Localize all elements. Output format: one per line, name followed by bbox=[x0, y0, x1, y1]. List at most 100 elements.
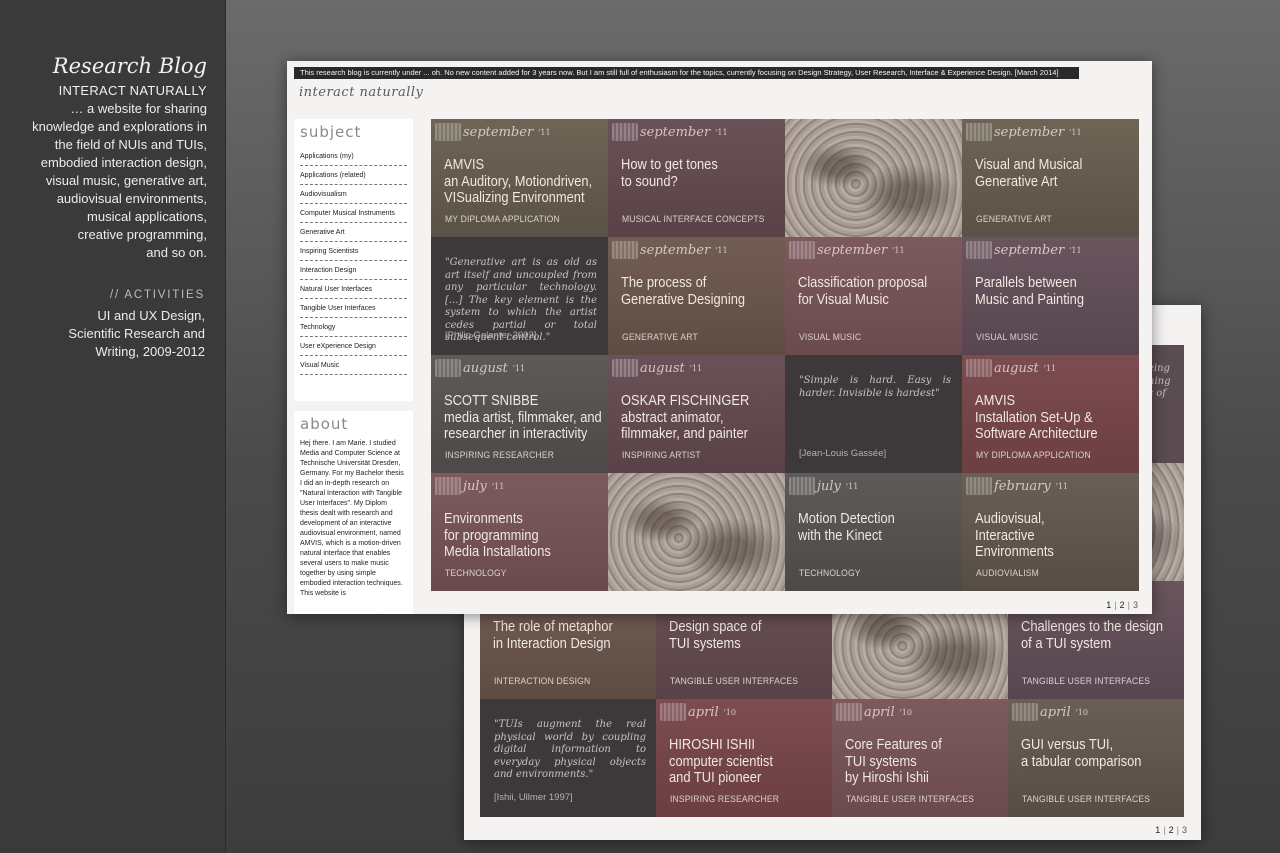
post-date: september '11 bbox=[966, 241, 1082, 259]
page-link[interactable]: 2 bbox=[1120, 600, 1125, 610]
post-title[interactable]: AMVIS Installation Set-Up & Software Arc… bbox=[975, 392, 1138, 443]
post-category[interactable]: INSPIRING RESEARCHER bbox=[445, 450, 554, 461]
post-tile[interactable]: april '10 GUI versus TUI, a tabular compar… bbox=[1008, 699, 1184, 817]
post-category[interactable]: TANGIBLE USER INTERFACES bbox=[846, 794, 974, 805]
activities-text: UI and UX Design, Scientific Research and… bbox=[45, 307, 205, 361]
date-month: august bbox=[640, 360, 685, 376]
post-category[interactable]: INSPIRING ARTIST bbox=[622, 450, 701, 461]
post-tile[interactable]: september '11 The process of Generative De… bbox=[608, 237, 785, 355]
post-tile[interactable]: september '11 AMVIS an Auditory, Motiondri… bbox=[431, 119, 608, 237]
description-line: knowledge and explorations in bbox=[32, 119, 207, 134]
description-line: creative programming, bbox=[77, 227, 207, 242]
date-day-badge bbox=[966, 359, 992, 377]
post-title[interactable]: The process of Generative Designing bbox=[621, 274, 784, 308]
pager-separator: | bbox=[1114, 600, 1117, 610]
post-title[interactable]: Challenges to the design of a TUI system bbox=[1021, 618, 1184, 652]
post-title[interactable]: Classification proposal for Visual Music bbox=[798, 274, 961, 308]
subject-link[interactable]: Tangible User Interfaces bbox=[300, 299, 407, 318]
site-title[interactable]: Research Blog bbox=[53, 54, 207, 78]
subject-link[interactable]: Generative Art bbox=[300, 223, 407, 242]
date-day-badge bbox=[660, 703, 686, 721]
post-category[interactable]: TECHNOLOGY bbox=[799, 568, 861, 579]
post-tile[interactable]: september '11 Classification proposal for … bbox=[785, 237, 962, 355]
description-line: musical applications, bbox=[87, 209, 207, 224]
post-tile[interactable]: july '11 Environments for programming Medi… bbox=[431, 473, 608, 591]
subject-link[interactable]: Interaction Design bbox=[300, 261, 407, 280]
subject-link[interactable]: Natural User Interfaces bbox=[300, 280, 407, 299]
post-category[interactable]: TANGIBLE USER INTERFACES bbox=[1022, 794, 1150, 805]
post-tile[interactable]: april '10 HIROSHI ISHII computer scientist… bbox=[656, 699, 832, 817]
quote-text: "Simple is hard. Easy is harder. Invisib… bbox=[799, 375, 951, 399]
post-category[interactable]: TECHNOLOGY bbox=[445, 568, 507, 579]
post-tile[interactable]: september '11 Visual and Musical Generativ… bbox=[962, 119, 1139, 237]
post-title[interactable]: The role of metaphor in Interaction Desi… bbox=[493, 618, 656, 652]
post-category[interactable]: INSPIRING RESEARCHER bbox=[670, 794, 779, 805]
screenshot-page-1: This research blog is currently under ..… bbox=[287, 61, 1152, 614]
pager-separator: | bbox=[1163, 825, 1166, 835]
quote-tile: "Simple is hard. Easy is harder. Invisib… bbox=[785, 355, 962, 473]
post-tile[interactable]: july '11 Motion Detection with the Kinect T… bbox=[785, 473, 962, 591]
post-category[interactable]: MY DIPLOMA APPLICATION bbox=[445, 214, 560, 225]
page-link[interactable]: 2 bbox=[1169, 825, 1174, 835]
subject-link[interactable]: Inspiring Scientists bbox=[300, 242, 407, 261]
post-tile[interactable]: september '11 Parallels between Music and … bbox=[962, 237, 1139, 355]
post-title[interactable]: SCOTT SNIBBE media artist, filmmaker, an… bbox=[444, 392, 607, 443]
post-category[interactable]: MUSICAL INTERFACE CONCEPTS bbox=[622, 214, 765, 225]
post-title[interactable]: GUI versus TUI, a tabular comparison bbox=[1021, 736, 1184, 770]
post-title[interactable]: Design space of TUI systems bbox=[669, 618, 832, 652]
post-date: september '11 bbox=[789, 241, 905, 259]
activities-line: Scientific Research and bbox=[68, 326, 205, 341]
date-day-badge bbox=[435, 123, 461, 141]
post-title[interactable]: Parallels between Music and Painting bbox=[975, 274, 1138, 308]
subject-link[interactable]: Applications (related) bbox=[300, 166, 407, 185]
post-title[interactable]: Audiovisual, Interactive Environments bbox=[975, 510, 1138, 561]
subject-link[interactable]: Applications (my) bbox=[300, 147, 407, 166]
subject-link[interactable]: User eXperience Design bbox=[300, 337, 407, 356]
post-category[interactable]: GENERATIVE ART bbox=[622, 332, 698, 343]
date-year: '11 bbox=[845, 481, 859, 491]
date-month: july bbox=[463, 478, 487, 494]
subject-link[interactable]: Audiovisualism bbox=[300, 185, 407, 204]
post-category[interactable]: VISUAL MUSIC bbox=[799, 332, 861, 343]
page-link[interactable]: 3 bbox=[1133, 600, 1138, 610]
post-category[interactable]: AUDIOVIALISM bbox=[976, 568, 1039, 579]
page-link[interactable]: 1 bbox=[1155, 825, 1160, 835]
post-category[interactable]: MY DIPLOMA APPLICATION bbox=[976, 450, 1091, 461]
post-category[interactable]: TANGIBLE USER INTERFACES bbox=[1022, 676, 1150, 687]
subject-link[interactable]: Computer Musical Instruments bbox=[300, 204, 407, 223]
post-title[interactable]: How to get tones to sound? bbox=[621, 156, 784, 190]
quote-text: "TUIs augment the real physical world by… bbox=[494, 719, 646, 780]
post-title[interactable]: Visual and Musical Generative Art bbox=[975, 156, 1138, 190]
post-title[interactable]: Motion Detection with the Kinect bbox=[798, 510, 961, 544]
date-month: april bbox=[864, 704, 895, 720]
post-title[interactable]: Core Features of TUI systems by Hiroshi … bbox=[845, 736, 1008, 787]
subject-link[interactable]: Visual Music bbox=[300, 356, 407, 375]
pager-separator: | bbox=[1127, 600, 1130, 610]
subject-link[interactable]: Technology bbox=[300, 318, 407, 337]
logo[interactable]: interact naturally bbox=[299, 85, 423, 100]
description-line: and so on. bbox=[146, 245, 207, 260]
post-title[interactable]: HIROSHI ISHII computer scientist and TUI… bbox=[669, 736, 832, 787]
date-day-badge bbox=[789, 241, 815, 259]
quote-source: [Philip Galanter 2003] bbox=[445, 330, 537, 341]
date-month: august bbox=[994, 360, 1039, 376]
post-title[interactable]: AMVIS an Auditory, Motiondriven, VISuali… bbox=[444, 156, 607, 207]
activities-line: Writing, 2009-2012 bbox=[95, 344, 205, 359]
post-tile[interactable]: august '11 SCOTT SNIBBE media artist, film… bbox=[431, 355, 608, 473]
post-category[interactable]: INTERACTION DESIGN bbox=[494, 676, 590, 687]
page-link[interactable]: 1 bbox=[1106, 600, 1111, 610]
post-category[interactable]: TANGIBLE USER INTERFACES bbox=[670, 676, 798, 687]
post-date: september '11 bbox=[612, 123, 728, 141]
post-tile[interactable]: september '11 How to get tones to sound? MU… bbox=[608, 119, 785, 237]
post-tile[interactable]: april '10 Core Features of TUI systems by … bbox=[832, 699, 1008, 817]
post-title[interactable]: Environments for programming Media Insta… bbox=[444, 510, 607, 561]
post-tile[interactable]: august '11 AMVIS Installation Set-Up & Sof… bbox=[962, 355, 1139, 473]
post-category[interactable]: GENERATIVE ART bbox=[976, 214, 1052, 225]
post-tile[interactable]: august '11 OSKAR FISCHINGER abstract anima… bbox=[608, 355, 785, 473]
page-link[interactable]: 3 bbox=[1182, 825, 1187, 835]
post-category[interactable]: VISUAL MUSIC bbox=[976, 332, 1038, 343]
post-date: september '11 bbox=[966, 123, 1082, 141]
post-tile[interactable]: february '11 Audiovisual, Interactive Envi… bbox=[962, 473, 1139, 591]
post-title[interactable]: OSKAR FISCHINGER abstract animator, film… bbox=[621, 392, 784, 443]
date-day-badge bbox=[789, 477, 815, 495]
